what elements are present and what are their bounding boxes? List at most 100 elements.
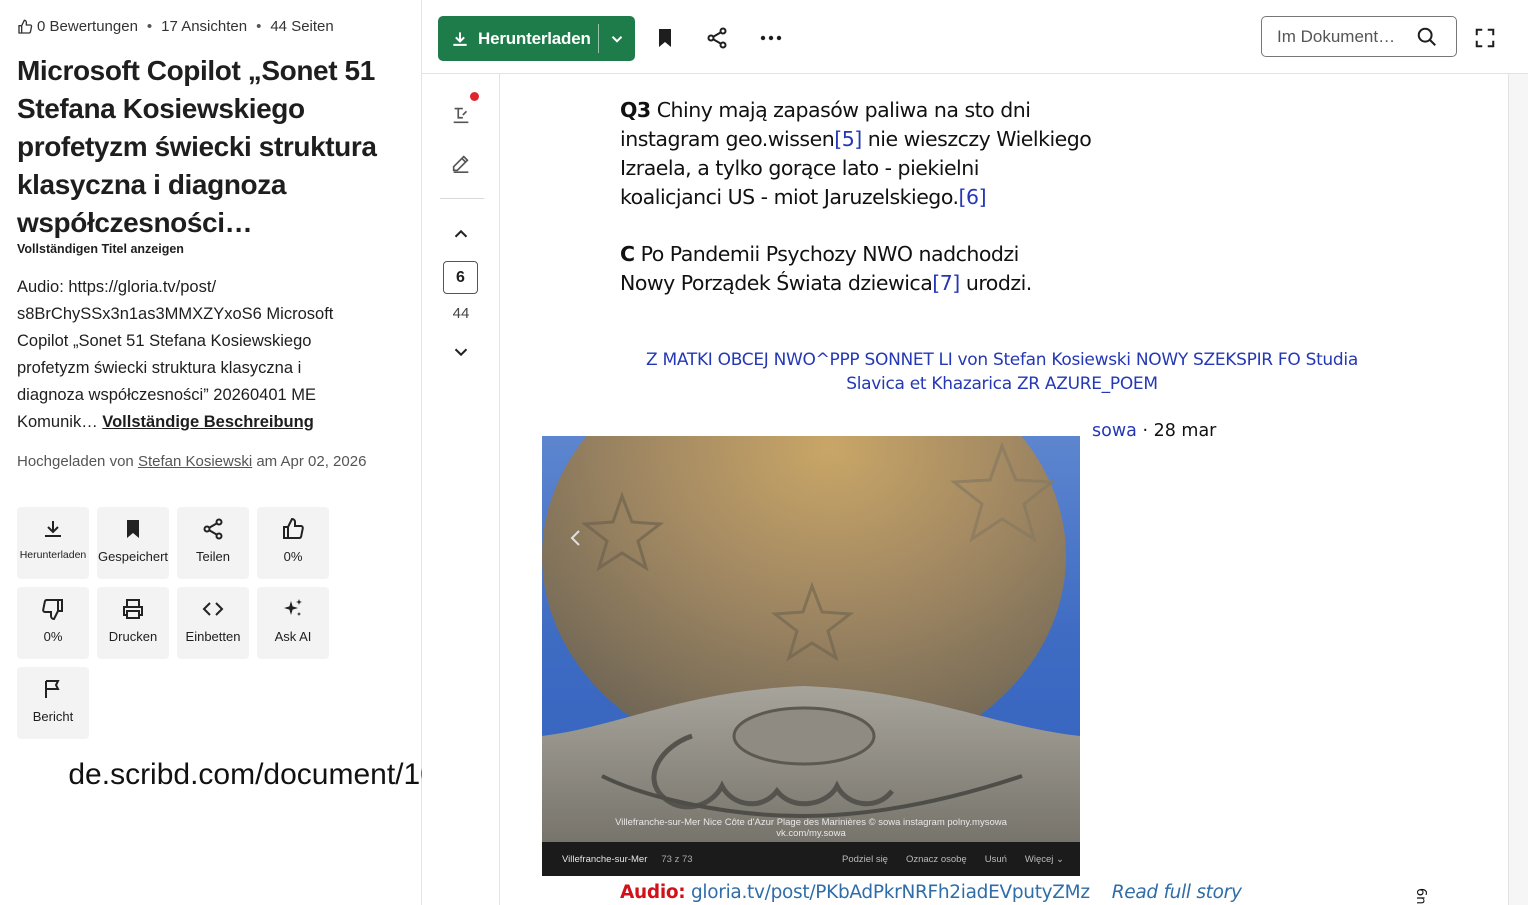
poem-link-title[interactable]: Z MATKI OBCEJ NWO^PPP SONNET LI von Stef… — [610, 348, 1394, 396]
fullscreen-icon[interactable] — [1474, 27, 1496, 49]
poem-text: Nowy Porządek Świata dziewica — [620, 271, 933, 295]
action-label: Teilen — [196, 549, 230, 564]
thumbs-up-icon — [18, 19, 33, 34]
audio-link[interactable]: gloria.tv/post/PKbAdPkrNRFh2iadEVputyZMz — [685, 882, 1090, 903]
download-options-dropdown[interactable] — [599, 16, 635, 61]
sparkle-icon — [284, 599, 302, 616]
action-label: 0% — [43, 629, 63, 644]
document-scrollbar[interactable] — [1508, 74, 1528, 905]
poem-text: instagram geo.wissen — [620, 127, 835, 151]
poem-line: C Po Pandemii Psychozy NWO nadchodzi — [620, 240, 1032, 269]
chevron-left-icon[interactable] — [568, 528, 584, 548]
current-page-input[interactable]: 6 — [443, 261, 478, 294]
print-action-button[interactable]: Drucken — [97, 587, 169, 659]
read-full-story-link[interactable]: Read full story — [1112, 882, 1242, 903]
photo-caption: Villefranche-sur-Mer Nice Côte d'Azur Pl… — [542, 817, 1080, 839]
photo-more-link[interactable]: Więcej ⌄ — [1025, 854, 1064, 865]
download-split-button: Herunterladen — [438, 16, 635, 61]
subtitle-line: Z MATKI OBCEJ NWO^PPP SONNET LI von Stef… — [646, 350, 1358, 370]
poem-text: koalicjanci US - miot Jaruzelskiego. — [620, 185, 959, 209]
globe-sculpture-image — [542, 436, 1080, 842]
meta-separator: • — [146, 18, 153, 35]
footnote-link[interactable]: [7] — [932, 271, 960, 295]
footnote-link[interactable]: [5] — [834, 127, 862, 151]
embed-action-button[interactable]: Einbetten — [177, 587, 249, 659]
photo-share-link[interactable]: Podziel się — [842, 854, 888, 865]
printer-icon — [123, 599, 143, 619]
poem-line: instagram geo.wissen[5] nie wieszczy Wie… — [620, 125, 1092, 154]
full-description-link[interactable]: Vollständige Beschreibung — [102, 413, 313, 431]
author-link[interactable]: sowa — [1092, 421, 1137, 441]
document-description: Audio: https://gloria.tv/post/ s8BrChySS… — [17, 274, 367, 436]
show-full-title-link[interactable]: Vollständigen Titel anzeigen — [17, 242, 184, 256]
share-icon[interactable] — [705, 26, 729, 50]
poem-text: nie wieszczy Wielkiego — [861, 127, 1092, 151]
uploaded-date: am Apr 02, 2026 — [256, 453, 367, 470]
footnote-link[interactable]: [6] — [959, 185, 987, 209]
post-date: · 28 mar — [1136, 421, 1217, 441]
poem-text: Po Pandemii Psychozy NWO nadchodzi — [634, 242, 1020, 266]
saved-action-button[interactable]: Gespeichert — [97, 507, 169, 579]
share-action-button[interactable]: Teilen — [177, 507, 249, 579]
chevron-down-icon — [611, 35, 623, 43]
dislike-action-button[interactable]: 0% — [17, 587, 89, 659]
code-icon — [202, 602, 224, 616]
share-icon — [203, 518, 223, 540]
ratings-count: 0 Bewertungen — [37, 18, 138, 35]
pencil-icon[interactable] — [450, 152, 472, 174]
document-page: Q3 Chiny mają zapasów paliwa na sto dni … — [500, 74, 1508, 905]
rail-divider — [440, 198, 484, 199]
download-button-label: Herunterladen — [478, 28, 591, 48]
download-icon — [45, 521, 61, 537]
post-byline: sowa · 28 mar — [1092, 421, 1216, 441]
action-label: Herunterladen — [19, 549, 87, 561]
bookmark-icon — [127, 520, 139, 538]
stanza-label: C — [620, 242, 635, 266]
ask-ai-action-button[interactable]: Ask AI — [257, 587, 329, 659]
poem-stanza-q3: Q3 Chiny mają zapasów paliwa na sto dni … — [620, 96, 1092, 212]
poem-text: urodzi. — [959, 271, 1033, 295]
notification-dot — [470, 92, 479, 101]
text-highlight-icon[interactable] — [450, 104, 472, 126]
report-action-button[interactable]: Bericht — [17, 667, 89, 739]
description-text: Audio: https://gloria.tv/post/ s8BrChySS… — [17, 278, 334, 431]
download-action-button[interactable]: Herunterladen — [17, 507, 89, 579]
stanza-label: Q3 — [620, 98, 651, 122]
action-label: Bericht — [32, 709, 74, 724]
photo-actions: Podziel się Oznacz osobę Usuń Więcej ⌄ — [842, 854, 1080, 865]
poem-text: Chiny mają zapasów paliwa na sto dni — [650, 98, 1031, 122]
poem-line: Nowy Porządek Świata dziewica[7] urodzi. — [620, 269, 1032, 298]
like-action-button[interactable]: 0% — [257, 507, 329, 579]
download-icon — [453, 31, 467, 46]
download-button[interactable]: Herunterladen — [438, 16, 598, 61]
document-title: Microsoft Copilot „Sonet 51 Stefana Kosi… — [17, 55, 377, 238]
meta-separator: • — [256, 18, 262, 35]
bookmark-icon[interactable] — [653, 26, 677, 50]
audio-label: Audio: — [620, 882, 686, 903]
document-meta: 0 Bewertungen • 17 Ansichten • 44 Seiten — [17, 18, 334, 35]
thumbs-up-icon — [283, 517, 304, 539]
photo-tag-link[interactable]: Oznacz osobę — [906, 854, 967, 865]
photo-delete-link[interactable]: Usuń — [985, 854, 1007, 865]
search-icon[interactable] — [1416, 26, 1438, 48]
chevron-down-icon[interactable] — [450, 341, 472, 363]
viewer-side-rail: 6 44 — [422, 74, 500, 905]
action-label: Gespeichert — [97, 549, 169, 564]
photo-caption-line: Villefranche-sur-Mer Nice Côte d'Azur Pl… — [615, 817, 1007, 828]
search-input[interactable] — [1277, 26, 1412, 47]
action-label: Drucken — [108, 629, 158, 644]
action-label: Ask AI — [274, 629, 312, 644]
page-side-number: 6nc — [1413, 888, 1428, 905]
poem-line: koalicjanci US - miot Jaruzelskiego.[6] — [620, 183, 1091, 212]
chevron-up-icon[interactable] — [450, 223, 472, 245]
uploader-link[interactable]: Stefan Kosiewski — [138, 453, 252, 470]
views-count: 17 Ansichten — [161, 18, 248, 35]
subtitle-line: Slavica et Khazarica ZR AZURE_POEM — [846, 374, 1158, 394]
total-pages: 44 — [452, 305, 470, 322]
photo-caption-line: vk.com/my.sowa — [776, 828, 846, 839]
document-search — [1261, 16, 1457, 57]
photo-viewer-bar: Villefranche-sur-Mer 73 z 73 Podziel się… — [542, 842, 1080, 876]
poem-line: Q3 Chiny mają zapasów paliwa na sto dni — [620, 96, 1091, 125]
more-options-icon[interactable] — [759, 26, 783, 50]
poem-line: Izraela, a tylko gorące lato - piekielni — [620, 156, 979, 180]
